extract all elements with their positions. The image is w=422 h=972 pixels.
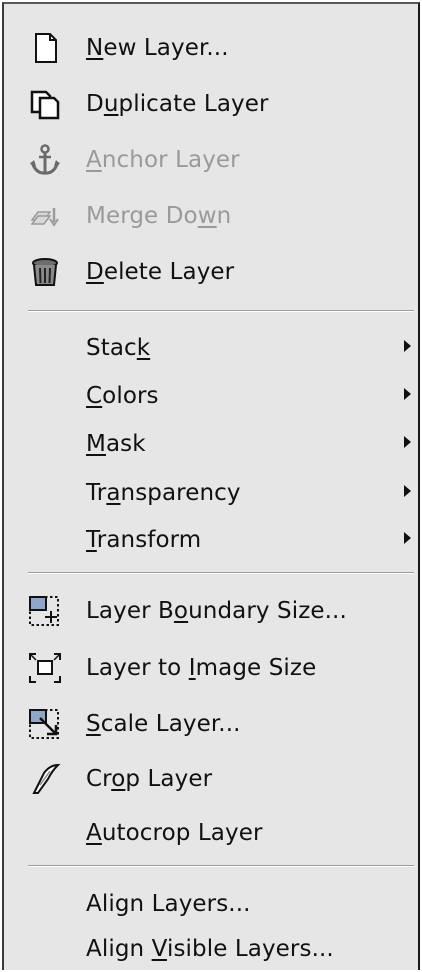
- menu-item-label: Align Layers...: [86, 891, 251, 917]
- menu-item-layer-boundary-size[interactable]: Layer Boundary Size...: [4, 588, 414, 634]
- scale-layer-icon: [28, 708, 62, 740]
- menu-separator: [28, 310, 414, 312]
- layer-menu: New Layer... Duplicate Layer Anchor Laye…: [2, 2, 420, 970]
- submenu-arrow-icon: [404, 388, 411, 400]
- menu-item-label: Stack: [86, 335, 151, 361]
- layer-boundary-size-icon: [28, 595, 62, 627]
- menu-item-scale-layer[interactable]: Scale Layer...: [4, 701, 414, 747]
- delete-layer-icon: [28, 256, 62, 288]
- duplicate-layer-icon: [28, 88, 62, 120]
- menu-separator: [28, 865, 414, 867]
- layer-to-image-size-icon: [28, 652, 62, 684]
- new-layer-icon: [28, 32, 62, 64]
- menu-item-label: Crop Layer: [86, 766, 213, 792]
- menu-separator: [28, 572, 414, 574]
- menu-item-label: Align Visible Layers...: [86, 936, 334, 962]
- menu-item-label: Delete Layer: [86, 259, 235, 285]
- submenu-arrow-icon: [404, 436, 411, 448]
- menu-item-label: Merge Down: [86, 203, 232, 229]
- menu-item-label: Anchor Layer: [86, 147, 240, 173]
- menu-item-colors[interactable]: Colors: [4, 373, 414, 419]
- menu-item-label: Scale Layer...: [86, 711, 241, 737]
- crop-layer-icon: [28, 763, 62, 795]
- menu-item-label: Duplicate Layer: [86, 91, 269, 117]
- menu-item-autocrop-layer[interactable]: Autocrop Layer: [4, 810, 414, 856]
- menu-item-label: Mask: [86, 431, 146, 457]
- submenu-arrow-icon: [404, 340, 411, 352]
- menu-item-align-layers[interactable]: Align Layers...: [4, 881, 414, 927]
- menu-item-label: Layer Boundary Size...: [86, 598, 347, 624]
- menu-item-merge-down[interactable]: Merge Down: [4, 193, 414, 239]
- menu-item-label: Layer to Image Size: [86, 655, 317, 681]
- menu-item-duplicate-layer[interactable]: Duplicate Layer: [4, 81, 414, 127]
- merge-down-icon: [28, 200, 62, 232]
- menu-item-anchor-layer[interactable]: Anchor Layer: [4, 137, 414, 183]
- menu-item-delete-layer[interactable]: Delete Layer: [4, 249, 414, 295]
- menu-item-layer-to-image-size[interactable]: Layer to Image Size: [4, 645, 414, 691]
- menu-item-label: Autocrop Layer: [86, 820, 263, 846]
- menu-item-mask[interactable]: Mask: [4, 421, 414, 467]
- menu-item-label: Transform: [86, 527, 202, 553]
- submenu-arrow-icon: [404, 485, 411, 497]
- menu-item-label: Transparency: [86, 480, 241, 506]
- submenu-arrow-icon: [404, 532, 411, 544]
- menu-item-stack[interactable]: Stack: [4, 325, 414, 371]
- menu-item-label: Colors: [86, 383, 159, 409]
- menu-item-transform[interactable]: Transform: [4, 517, 414, 563]
- menu-item-label: New Layer...: [86, 35, 229, 61]
- menu-item-new-layer[interactable]: New Layer...: [4, 25, 414, 71]
- menu-item-align-visible-layers[interactable]: Align Visible Layers...: [4, 926, 414, 972]
- menu-item-transparency[interactable]: Transparency: [4, 470, 414, 516]
- menu-item-crop-layer[interactable]: Crop Layer: [4, 756, 414, 802]
- anchor-icon: [28, 144, 62, 176]
